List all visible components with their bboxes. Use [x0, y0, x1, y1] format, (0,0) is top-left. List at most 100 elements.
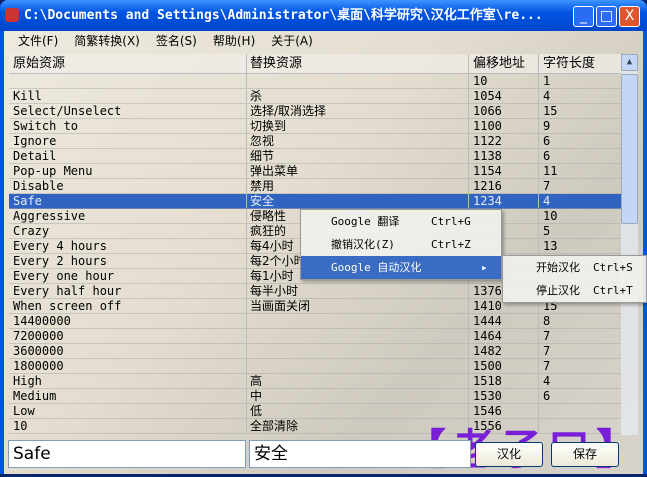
table-cell: 1464: [468, 329, 538, 343]
menu-item-undo[interactable]: 撤销汉化(Z) Ctrl+Z: [301, 233, 501, 256]
menu-item-label: 撤销汉化(Z): [331, 238, 395, 251]
table-row[interactable]: 3600000 1482 7: [9, 344, 622, 359]
vertical-scrollbar[interactable]: ▲: [621, 54, 638, 435]
table-cell: 1122: [468, 134, 538, 148]
table-row[interactable]: 14400000 1444 8: [9, 314, 622, 329]
table-cell: [246, 74, 468, 88]
table-cell: 中: [246, 389, 468, 403]
table-cell: 1234: [468, 194, 538, 208]
table-row[interactable]: Medium 中 1530 6: [9, 389, 622, 404]
column-original[interactable]: 原始资源: [9, 54, 246, 73]
menu-item-label: 开始汉化: [536, 261, 580, 274]
maximize-icon: □: [599, 8, 614, 24]
table-cell: 1500: [468, 359, 538, 373]
table-cell: 1066: [468, 104, 538, 118]
table-cell: 3600000: [13, 344, 64, 358]
close-button[interactable]: X: [619, 6, 640, 27]
table-cell: 7: [538, 179, 618, 193]
translate-button[interactable]: 汉化: [475, 442, 543, 467]
table-cell: 1138: [468, 149, 538, 163]
table-cell: 1444: [468, 314, 538, 328]
table-cell: [246, 314, 468, 328]
table-cell: Kill: [13, 89, 42, 103]
table-row[interactable]: High 高 1518 4: [9, 374, 622, 389]
minimize-icon: _: [580, 8, 587, 24]
menu-item-shortcut: Ctrl+S: [593, 261, 633, 274]
table-row[interactable]: 10 1: [9, 74, 622, 89]
app-window: C:\Documents and Settings\Administrator\…: [0, 0, 647, 474]
table-row[interactable]: Ignore 忽视 1122 6: [9, 134, 622, 149]
table-cell: Medium: [13, 389, 57, 403]
table-cell: 1100: [468, 119, 538, 133]
column-replacement[interactable]: 替换资源: [246, 54, 468, 73]
menu-item-stop[interactable]: 停止汉化 Ctrl+T: [503, 279, 646, 302]
table-row[interactable]: 7200000 1464 7: [9, 329, 622, 344]
table-cell: 1154: [468, 164, 538, 178]
table-cell: 10: [13, 419, 28, 433]
table-cell: 细节: [246, 149, 468, 163]
menu-sign[interactable]: 签名(S): [156, 31, 197, 51]
table-row[interactable]: Pop-up Menu 弹出菜单 1154 11: [9, 164, 622, 179]
table-row[interactable]: Safe 安全 1234 4: [9, 194, 622, 209]
menu-item-google-auto[interactable]: Google 自动汉化 ▸: [301, 256, 501, 279]
menu-bar: 文件(F) 简繁转换(X) 签名(S) 帮助(H) 关于(A): [4, 31, 643, 51]
table-cell: 7: [538, 329, 618, 343]
table-cell: 4: [538, 89, 618, 103]
table-cell: Low: [13, 404, 35, 418]
table-cell: 4: [538, 374, 618, 388]
table-cell: 1482: [468, 344, 538, 358]
menu-item-label: 停止汉化: [536, 284, 580, 297]
close-icon: X: [624, 8, 635, 24]
table-row[interactable]: Select/Unselect 选择/取消选择 1066 15: [9, 104, 622, 119]
table-cell: Select/Unselect: [13, 104, 122, 118]
menu-item-google-translate[interactable]: Google 翻译 Ctrl+G: [301, 210, 501, 233]
menu-item-start[interactable]: 开始汉化 Ctrl+S: [503, 256, 646, 279]
submenu-arrow-icon: ▸: [481, 261, 488, 274]
column-length[interactable]: 字符长度: [538, 54, 618, 73]
maximize-button[interactable]: □: [596, 6, 617, 27]
minimize-button[interactable]: _: [573, 6, 594, 27]
original-field[interactable]: Safe: [8, 440, 246, 468]
replacement-field[interactable]: 安全: [249, 440, 471, 468]
menu-convert[interactable]: 简繁转换(X): [74, 31, 140, 51]
table-row[interactable]: Detail 细节 1138 6: [9, 149, 622, 164]
table-row[interactable]: Switch to 切换到 1100 9: [9, 119, 622, 134]
table-cell: 1530: [468, 389, 538, 403]
menu-file[interactable]: 文件(F): [18, 31, 58, 51]
table-cell: 6: [538, 389, 618, 403]
table-cell: 10: [468, 74, 538, 88]
table-row[interactable]: Kill 杀 1054 4: [9, 89, 622, 104]
table-cell: 1518: [468, 374, 538, 388]
table-cell: 选择/取消选择: [246, 104, 468, 118]
table-cell: Pop-up Menu: [13, 164, 93, 178]
table-cell: 5: [538, 224, 618, 238]
table-cell: 6: [538, 134, 618, 148]
menu-help[interactable]: 帮助(H): [213, 31, 255, 51]
table-cell: Every one hour: [13, 269, 115, 283]
scroll-up-button[interactable]: ▲: [621, 54, 638, 71]
table-cell: 杀: [246, 89, 468, 103]
table-cell: 当画面关闭: [246, 299, 468, 313]
table-row[interactable]: Disable 禁用 1216 7: [9, 179, 622, 194]
table-cell: 7: [538, 344, 618, 358]
table-cell: 7: [538, 359, 618, 373]
table-cell: 6: [538, 149, 618, 163]
title-bar[interactable]: C:\Documents and Settings\Administrator\…: [0, 0, 647, 31]
table-cell: 1: [538, 74, 618, 88]
table-row[interactable]: 1800000 1500 7: [9, 359, 622, 374]
table-header: 原始资源 替换资源 偏移地址 字符长度: [9, 54, 622, 74]
table-cell: 15: [538, 104, 618, 118]
save-button[interactable]: 保存: [551, 442, 619, 467]
menu-item-shortcut: Ctrl+G: [431, 215, 471, 228]
column-offset[interactable]: 偏移地址: [468, 54, 538, 73]
menu-about[interactable]: 关于(A): [271, 31, 313, 51]
table-cell: Every 4 hours: [13, 239, 107, 253]
context-menu: Google 翻译 Ctrl+G 撤销汉化(Z) Ctrl+Z Google 自动汉…: [300, 209, 502, 280]
table-cell: [9, 74, 246, 88]
table-cell: 1054: [468, 89, 538, 103]
table-cell: 8: [538, 314, 618, 328]
scroll-thumb[interactable]: [621, 74, 638, 224]
table-cell: 切换到: [246, 119, 468, 133]
table-cell: 1800000: [13, 359, 64, 373]
menu-item-shortcut: Ctrl+Z: [431, 238, 471, 251]
